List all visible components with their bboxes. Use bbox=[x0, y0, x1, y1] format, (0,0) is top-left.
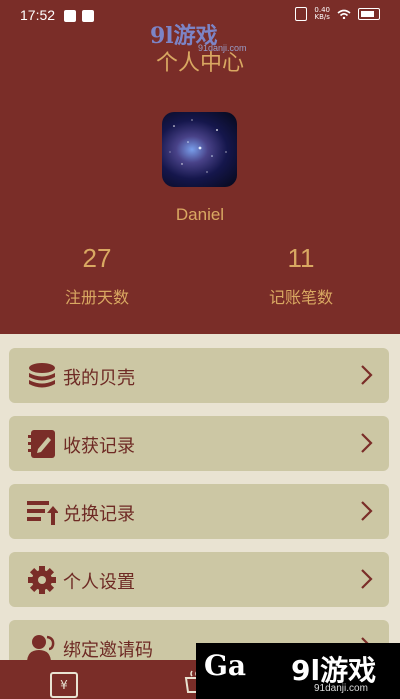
stat-label: 记账笔数 bbox=[268, 288, 333, 307]
list-upload-icon bbox=[27, 501, 58, 525]
notebook-pencil-icon bbox=[28, 430, 55, 458]
stat-label: 注册天数 bbox=[64, 288, 129, 307]
net-speed: 0.40 KB/s bbox=[314, 6, 330, 21]
stat-value: 27 bbox=[82, 243, 112, 273]
notification-icon bbox=[64, 10, 76, 22]
chevron-right-icon bbox=[361, 365, 373, 385]
menu-item-label: 绑定邀请码 bbox=[63, 640, 153, 661]
menu-item-label: 我的贝壳 bbox=[63, 368, 135, 389]
menu-item-harvest-records[interactable]: 收获记录 bbox=[9, 416, 389, 471]
stat-record-count: 11 记账笔数 bbox=[221, 243, 381, 308]
username: Daniel bbox=[175, 205, 225, 224]
coins-icon bbox=[29, 363, 55, 388]
galaxy-image-icon bbox=[169, 119, 227, 173]
menu-item-my-shells[interactable]: 我的贝壳 bbox=[9, 348, 389, 403]
watermark-bottom: Ga 9l游戏 91danji.com bbox=[196, 643, 400, 699]
watermark-bottom-url: 91danji.com bbox=[314, 683, 368, 694]
battery-icon bbox=[358, 8, 380, 20]
vibrate-icon bbox=[295, 7, 308, 21]
page-title: 个人中心 bbox=[155, 51, 244, 76]
chevron-right-icon bbox=[361, 501, 373, 521]
menu-item-label: 收获记录 bbox=[63, 436, 135, 457]
yen-icon: ¥ bbox=[60, 678, 68, 692]
tab-bookkeeping[interactable]: ¥ bbox=[50, 672, 78, 698]
menu-item-label: 兑换记录 bbox=[63, 504, 135, 525]
users-icon bbox=[27, 635, 55, 663]
status-time: 17:52 bbox=[20, 7, 56, 23]
mail-icon bbox=[82, 10, 94, 22]
watermark-ga-logo: Ga bbox=[204, 649, 247, 682]
menu-item-personal-settings[interactable]: 个人设置 bbox=[9, 552, 389, 607]
menu-item-exchange-records[interactable]: 兑换记录 bbox=[9, 484, 389, 539]
chevron-right-icon bbox=[361, 433, 373, 453]
gear-icon bbox=[28, 566, 56, 594]
profile-header: 17:52 0.40 KB/s 9l游戏 91danji.com 个人中心 Da… bbox=[0, 0, 400, 334]
stat-value: 11 bbox=[287, 243, 315, 273]
wifi-icon bbox=[337, 9, 351, 19]
menu-item-label: 个人设置 bbox=[63, 572, 135, 593]
stat-registered-days: 27 注册天数 bbox=[17, 243, 177, 308]
chevron-right-icon bbox=[361, 569, 373, 589]
avatar[interactable] bbox=[162, 112, 237, 187]
status-right: 0.40 KB/s bbox=[295, 7, 380, 21]
